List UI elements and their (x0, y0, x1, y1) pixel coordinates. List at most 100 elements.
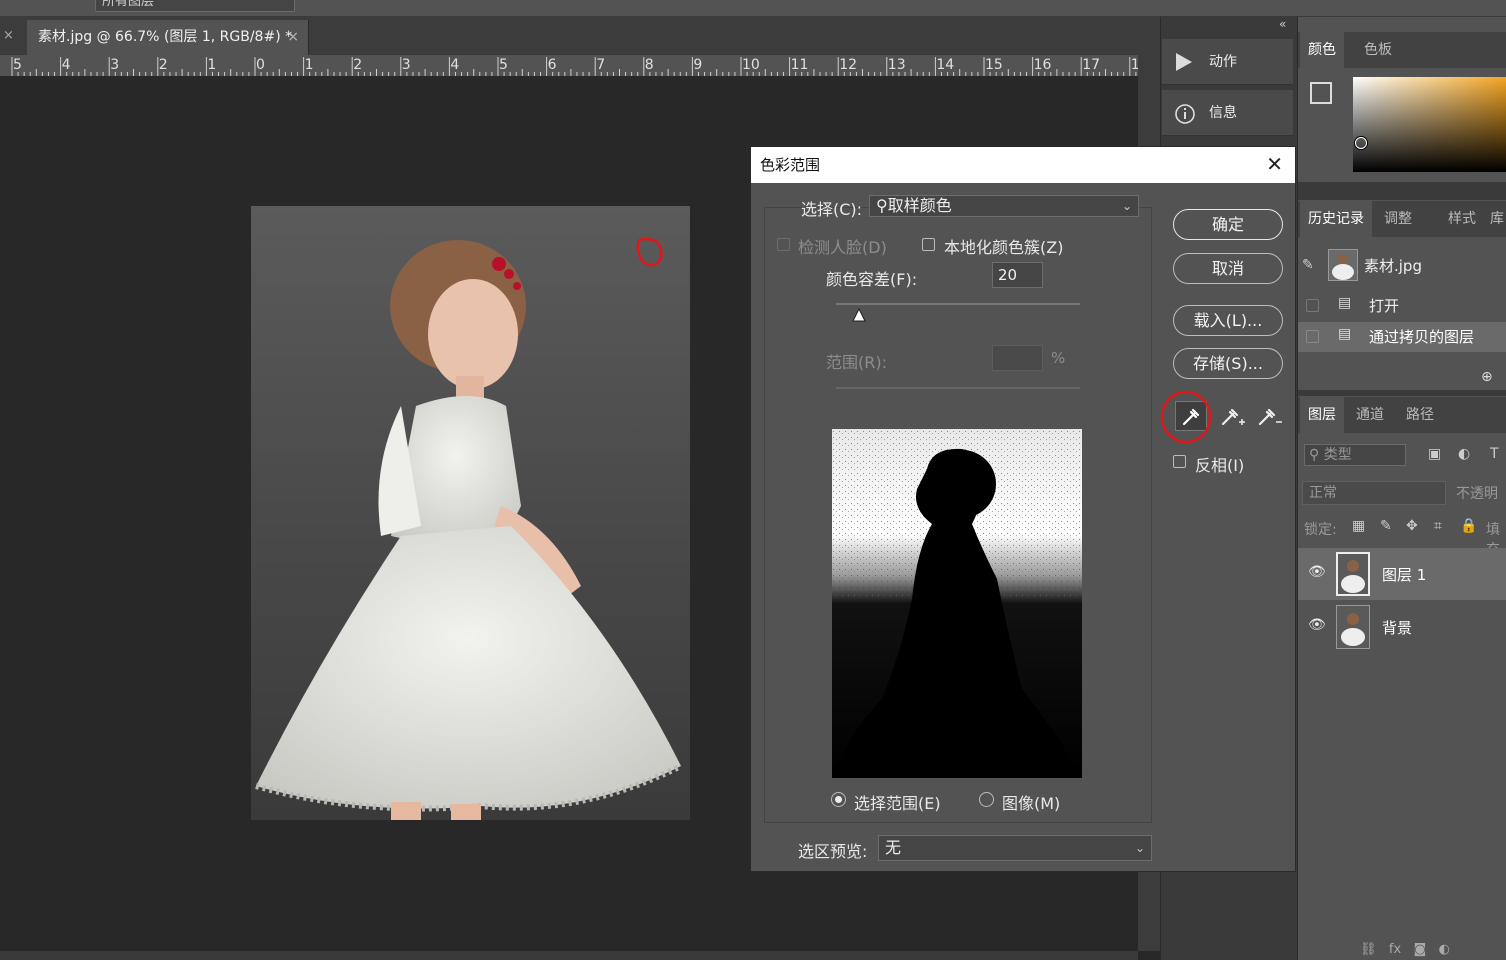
tab-history[interactable]: 历史记录 (1300, 201, 1372, 237)
chevron-down-icon: ⌄ (1134, 841, 1145, 855)
subtract-from-sample-eyedropper-icon[interactable] (1252, 402, 1282, 430)
range-input[interactable] (992, 345, 1043, 371)
layer-name[interactable]: 背景 (1382, 617, 1412, 638)
sample-layers-combo[interactable]: 所有图层 (95, 0, 295, 12)
girl-photo (255, 237, 683, 820)
layer-row-selected[interactable]: 👁 图层 1 (1298, 548, 1506, 600)
tab-channels[interactable]: 通道 (1348, 397, 1392, 433)
layer-filter-select[interactable]: ⚲ 类型 (1304, 444, 1406, 466)
new-snapshot-icon[interactable]: ⊕ (1481, 369, 1493, 385)
add-to-sample-eyedropper-icon[interactable] (1215, 402, 1245, 430)
layers-footer: ⛓ fx ◙ ◐ (1298, 942, 1506, 960)
fuzziness-slider-track[interactable] (836, 303, 1080, 305)
range-slider-track[interactable] (836, 387, 1080, 389)
ruler-tick-label: 16 (1033, 57, 1052, 73)
eyedropper-small-icon: ⚲ (876, 196, 888, 215)
selection-radio[interactable] (831, 792, 846, 807)
snapshot-label: 素材.jpg (1364, 257, 1422, 275)
history-item[interactable]: ▤ 打开 (1298, 291, 1506, 321)
detect-faces-checkbox[interactable] (777, 238, 790, 251)
tab-styles[interactable]: 样式 (1440, 201, 1484, 237)
fuzziness-slider-thumb[interactable] (852, 308, 866, 322)
collapse-panels-icon[interactable]: « (1279, 17, 1286, 31)
lock-label: 锁定: (1304, 522, 1337, 538)
history-brush-icon[interactable]: ✎ (1302, 257, 1314, 273)
ok-button[interactable]: 确定 (1173, 209, 1283, 240)
lock-artboard-icon[interactable]: ⌗ (1434, 518, 1442, 534)
adjustment-filter-icon[interactable]: ◐ (1458, 446, 1470, 462)
color-panel-tabs: 颜色 色板 (1298, 32, 1506, 68)
load-button[interactable]: 载入(L)... (1173, 305, 1283, 336)
detect-faces-label: 检测人脸(D) (798, 238, 887, 257)
cancel-button[interactable]: 取消 (1173, 253, 1283, 284)
select-dropdown[interactable]: ⚲取样颜色 ⌄ (869, 195, 1139, 217)
layer-thumbnail (1336, 605, 1370, 649)
visibility-eye-icon[interactable]: 👁 (1308, 617, 1326, 633)
history-source-box[interactable] (1306, 299, 1319, 312)
close-icon[interactable]: ✕ (1266, 147, 1283, 181)
tab-paths[interactable]: 路径 (1398, 397, 1442, 433)
localized-clusters-label: 本地化颜色簇(Z) (944, 238, 1064, 257)
lock-paint-icon[interactable]: ✎ (1380, 518, 1392, 534)
history-item-selected[interactable]: ▤ 通过拷贝的图层 (1298, 322, 1506, 352)
image-filter-icon[interactable]: ▣ (1428, 446, 1441, 462)
tab-close-icon[interactable]: × (287, 20, 299, 55)
horizontal-ruler: 543210123456789101112131415161718 (0, 55, 1138, 77)
invert-checkbox[interactable] (1173, 455, 1186, 468)
adjustment-icon[interactable]: ◐ (1439, 942, 1450, 957)
selection-preview-value: 无 (885, 838, 902, 857)
close-icon[interactable]: × (3, 17, 14, 55)
type-filter-icon[interactable]: T (1490, 446, 1499, 462)
lock-transparency-icon[interactable]: ▦ (1352, 518, 1365, 534)
history-snapshot[interactable]: ✎ 素材.jpg (1298, 245, 1506, 287)
tab-swatches[interactable]: 色板 (1356, 32, 1400, 68)
mask-icon[interactable]: ◙ (1414, 942, 1427, 957)
foreground-color-swatch[interactable] (1310, 82, 1332, 104)
ruler-tick-label: 5 (13, 57, 22, 73)
save-button[interactable]: 存储(S)... (1173, 348, 1283, 379)
color-picker-field[interactable] (1353, 77, 1506, 172)
color-picker-cursor[interactable] (1355, 137, 1367, 149)
layer-row[interactable]: 👁 背景 (1298, 601, 1506, 653)
ruler-tick-label: 12 (839, 57, 858, 73)
dialog-title: 色彩范围 (760, 156, 821, 174)
history-panel-tabs: 历史记录 调整 样式 库 (1298, 201, 1506, 237)
document-tab-title: 素材.jpg @ 66.7% (图层 1, RGB/8#) * (38, 29, 293, 45)
layer-name[interactable]: 图层 1 (1382, 564, 1426, 585)
document-image[interactable] (251, 206, 690, 820)
visibility-eye-icon[interactable]: 👁 (1308, 564, 1326, 580)
actions-panel-label: 动作 (1209, 54, 1237, 70)
layer-filter-placeholder: 类型 (1323, 447, 1352, 463)
info-panel-button[interactable]: 信息 (1162, 90, 1293, 136)
fx-icon[interactable]: fx (1389, 942, 1401, 957)
document-tab[interactable]: 素材.jpg @ 66.7% (图层 1, RGB/8#) * × (27, 20, 309, 55)
ruler-tick-label: 9 (693, 57, 703, 73)
lock-all-icon[interactable]: 🔒 (1460, 518, 1477, 534)
history-source-box[interactable] (1306, 330, 1319, 343)
fuzziness-input[interactable]: 20 (992, 262, 1043, 288)
document-icon: ▤ (1338, 295, 1352, 311)
tab-color[interactable]: 颜色 (1300, 32, 1344, 68)
localized-clusters-checkbox[interactable] (922, 238, 935, 251)
actions-panel-button[interactable]: 动作 (1162, 39, 1293, 85)
lock-move-icon[interactable]: ✥ (1406, 518, 1418, 534)
document-tab-bar: 素材.jpg @ 66.7% (图层 1, RGB/8#) * × (0, 17, 1160, 55)
image-radio[interactable] (979, 792, 994, 807)
tab-libraries[interactable]: 库 (1482, 201, 1506, 237)
select-label: 选择(C): (801, 200, 863, 219)
selection-preview-dropdown[interactable]: 无 ⌄ (878, 835, 1152, 861)
tab-layers[interactable]: 图层 (1300, 397, 1344, 433)
blend-mode-select[interactable]: 正常 (1302, 481, 1446, 505)
link-icon[interactable]: ⛓ (1360, 942, 1377, 957)
ruler-tick-label: 17 (1082, 57, 1101, 73)
ruler-tick-label: 14 (936, 57, 955, 73)
ruler-tick-label: 4 (450, 57, 460, 73)
options-bar: 所有图层 (0, 0, 1506, 17)
tab-adjustments[interactable]: 调整 (1376, 201, 1420, 237)
ruler-tick-label: 3 (110, 57, 120, 73)
selection-preview[interactable] (832, 429, 1082, 778)
horizontal-scrollbar[interactable] (0, 951, 1138, 960)
info-icon (1175, 104, 1195, 124)
ruler-ticks (11, 57, 1137, 76)
fuzziness-label: 颜色容差(F): (826, 270, 918, 289)
